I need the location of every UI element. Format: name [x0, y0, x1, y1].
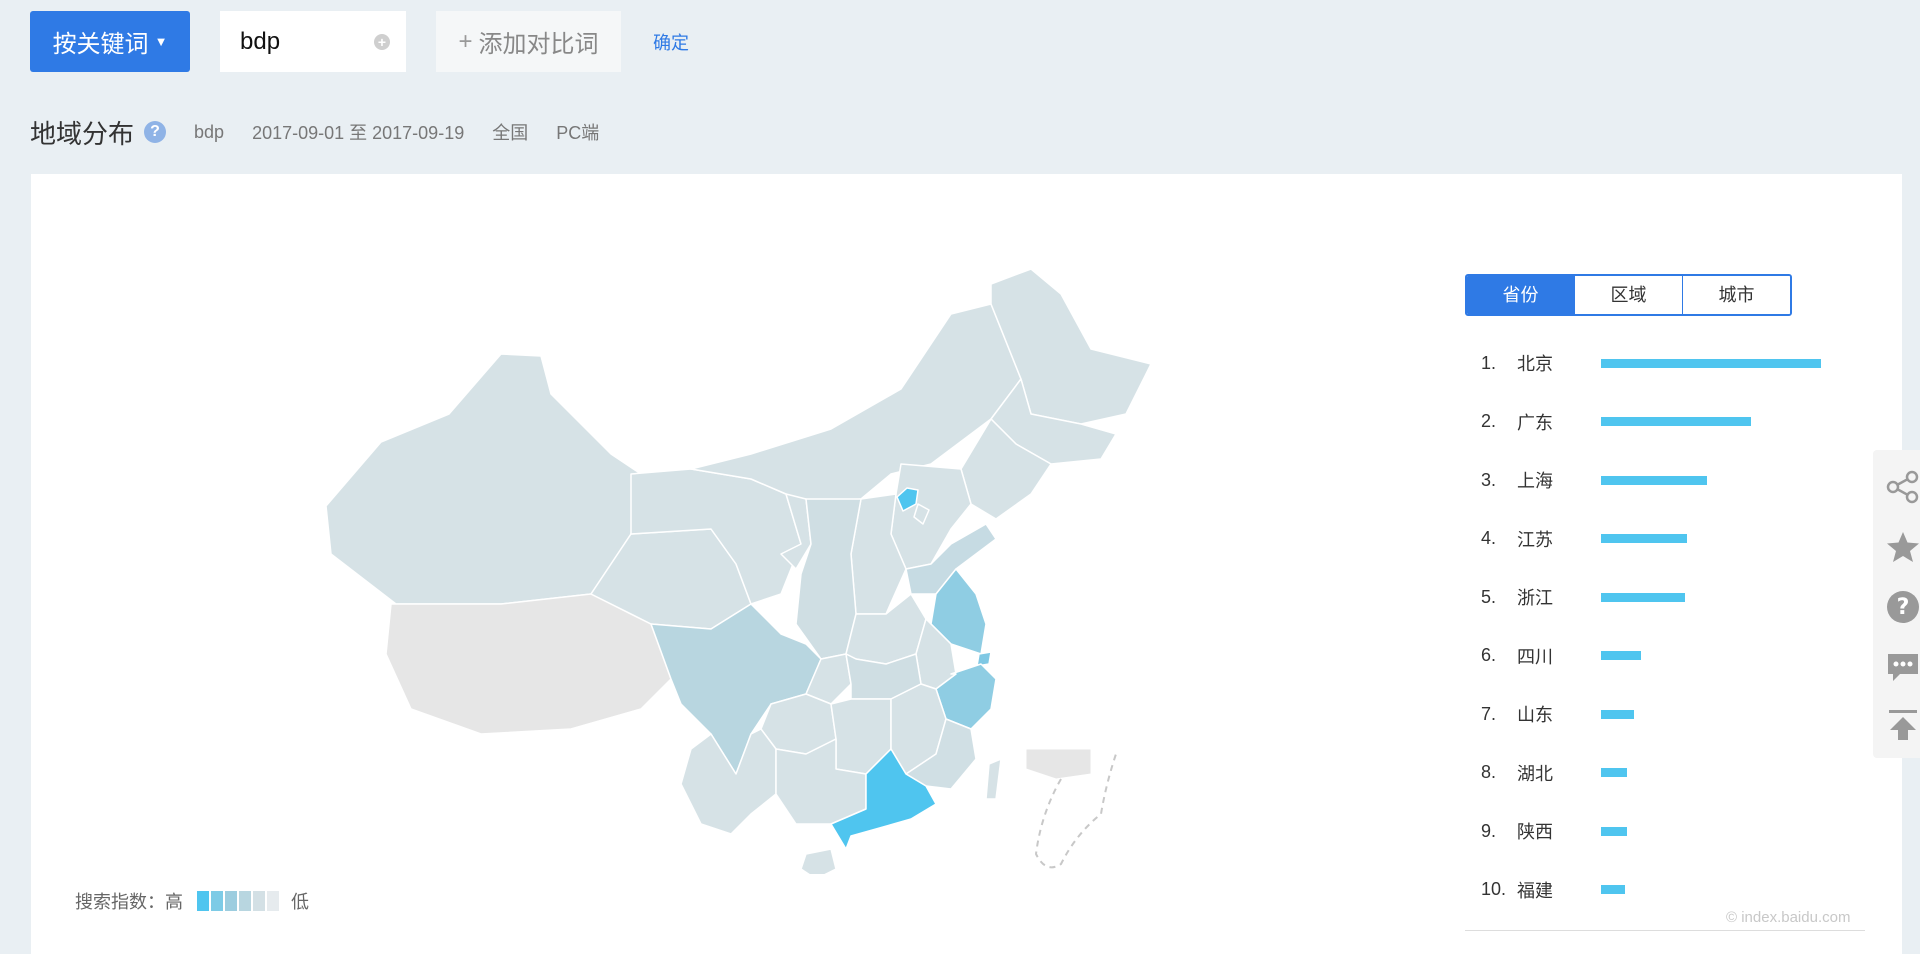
comment-icon[interactable] — [1886, 650, 1920, 684]
keyword-input[interactable]: bdp + — [220, 11, 406, 72]
watermark: © index.baidu.com — [1726, 909, 1851, 926]
granularity-tabs: 省份 区域 城市 — [1465, 274, 1792, 316]
region-distribution-panel: 搜索指数：高 低 省份 区域 城市 1. 北京 2. 广东 3. 上海 4. 江苏 5. 浙江 6.… — [31, 174, 1902, 954]
ranking-row: 4. 江苏 — [1481, 510, 1881, 569]
ranking-row: 2. 广东 — [1481, 393, 1881, 452]
rank-bar — [1601, 475, 1707, 485]
tab-city[interactable]: 城市 — [1682, 276, 1790, 314]
keyword-mode-label: 按关键词 — [52, 31, 149, 58]
ranking-row: 6. 四川 — [1481, 627, 1881, 686]
keyword-mode-dropdown[interactable]: 按关键词 ▼ — [30, 11, 190, 72]
province-name: 北京 — [1517, 354, 1553, 375]
south-china-sea-inset — [1025, 748, 1117, 869]
rank-number: 6. — [1481, 645, 1497, 666]
confirm-link[interactable]: 确定 — [653, 29, 689, 55]
province-name: 四川 — [1517, 646, 1553, 667]
legend-high-label: 搜索指数：高 — [75, 892, 183, 912]
legend-swatch — [211, 891, 223, 911]
star-icon[interactable] — [1886, 530, 1920, 564]
legend-swatch — [225, 891, 237, 911]
section-title: 地域分布 — [30, 118, 135, 149]
help-icon[interactable]: ? — [1886, 590, 1920, 624]
question-icon[interactable]: ? — [144, 121, 167, 143]
ranking-row: 8. 湖北 — [1481, 744, 1881, 803]
province-name: 福建 — [1517, 880, 1553, 901]
ranking-row: 7. 山东 — [1481, 685, 1881, 744]
rank-number: 4. — [1481, 528, 1497, 549]
rank-number: 5. — [1481, 586, 1497, 607]
back-to-top-icon[interactable] — [1886, 708, 1920, 742]
add-compare-button[interactable]: + 添加对比词 — [436, 11, 621, 72]
province-name: 山东 — [1517, 705, 1553, 726]
province-name: 浙江 — [1517, 588, 1553, 609]
province-ranking-list: 1. 北京 2. 广东 3. 上海 4. 江苏 5. 浙江 6. 四川 7. 山东 8. 湖北 9. 陕西 10. 福… — [1481, 334, 1881, 919]
add-circle-icon[interactable]: + — [374, 33, 390, 50]
province-name: 上海 — [1517, 471, 1553, 492]
province-name: 广东 — [1517, 412, 1553, 433]
map-region-tibet — [385, 593, 672, 735]
map-region-xinjiang — [325, 353, 642, 605]
search-index-legend: 搜索指数：高 低 — [75, 888, 309, 914]
svg-text:?: ? — [1897, 595, 1910, 620]
legend-swatch — [239, 891, 251, 911]
rank-bar — [1601, 651, 1641, 661]
rank-bar — [1601, 709, 1634, 719]
province-name: 陕西 — [1517, 822, 1553, 843]
side-toolbar: ? — [1873, 450, 1920, 758]
legend-swatch — [267, 891, 279, 911]
plus-icon: + — [458, 27, 473, 55]
rank-bar — [1601, 592, 1685, 602]
rank-bar — [1601, 358, 1821, 368]
rank-number: 3. — [1481, 469, 1497, 490]
meta-date-range: 2017-09-01 至 2017-09-19 — [252, 123, 465, 143]
meta-keyword: bdp — [194, 121, 225, 142]
tab-area[interactable]: 区域 — [1574, 276, 1682, 314]
keyword-toolbar: 按关键词 ▼ bdp + + 添加对比词 确定 — [30, 11, 689, 72]
province-name: 江苏 — [1517, 529, 1553, 550]
map-region-taiwan — [985, 758, 1002, 800]
tab-province[interactable]: 省份 — [1467, 276, 1574, 314]
rank-bar — [1601, 885, 1625, 895]
rank-number: 2. — [1481, 411, 1497, 432]
rank-number: 1. — [1481, 352, 1497, 373]
rank-number: 7. — [1481, 703, 1497, 724]
china-map — [325, 268, 1152, 874]
add-compare-label: 添加对比词 — [478, 31, 599, 58]
rank-number: 8. — [1481, 762, 1497, 783]
legend-swatch — [197, 891, 209, 911]
ranking-row: 9. 陕西 — [1481, 802, 1881, 861]
rank-bar — [1601, 768, 1627, 778]
province-name: 湖北 — [1517, 763, 1553, 784]
keyword-value: bdp — [240, 27, 281, 55]
ranking-row: 5. 浙江 — [1481, 568, 1881, 627]
rank-number: 9. — [1481, 820, 1497, 841]
divider — [1465, 930, 1865, 931]
legend-low-label: 低 — [291, 892, 309, 912]
rank-bar — [1601, 417, 1751, 427]
section-header: 地域分布 ? bdp 2017-09-01 至 2017-09-19 全国 PC… — [30, 112, 599, 152]
meta-device: PC端 — [556, 123, 600, 143]
ranking-row: 3. 上海 — [1481, 451, 1881, 510]
share-icon[interactable] — [1886, 470, 1920, 504]
legend-swatch — [253, 891, 265, 911]
rank-bar — [1601, 826, 1627, 836]
caret-down-icon: ▼ — [154, 34, 168, 49]
meta-region: 全国 — [492, 123, 529, 143]
ranking-row: 1. 北京 — [1481, 334, 1881, 393]
map-region-hainan — [800, 848, 837, 874]
legend-swatches — [197, 891, 281, 911]
rank-bar — [1601, 534, 1687, 544]
rank-number: 10. — [1481, 879, 1507, 900]
